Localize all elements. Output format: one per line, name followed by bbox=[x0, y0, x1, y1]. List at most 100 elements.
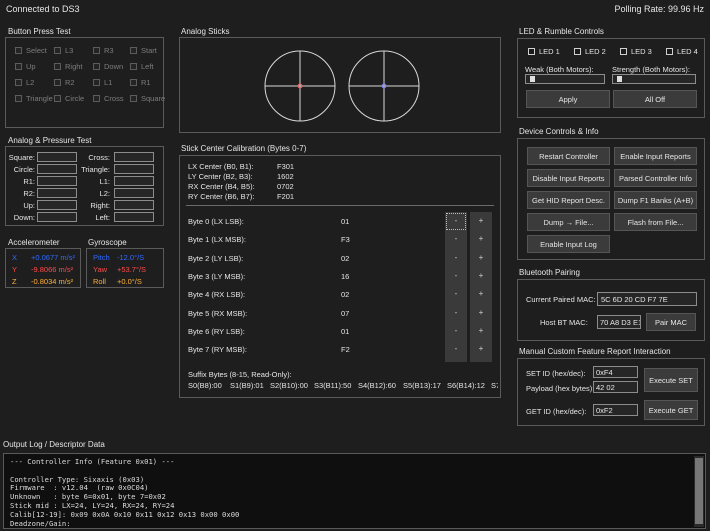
pressure-bar bbox=[114, 200, 154, 210]
suffix-byte: S4(B12):60 bbox=[358, 381, 396, 390]
byte-label: Byte 7 (RY MSB): bbox=[188, 345, 247, 355]
payload-field[interactable]: 42 02 bbox=[593, 381, 638, 393]
device-button[interactable]: Enable Input Reports bbox=[614, 147, 697, 165]
button-indicator: R1 bbox=[130, 78, 151, 87]
byte-minus-button[interactable]: - bbox=[445, 234, 467, 243]
sensor-value: -0.8034 m/s² bbox=[31, 277, 74, 286]
sensor-value: +53.7°/S bbox=[117, 265, 147, 274]
device-button[interactable]: Parsed Controller Info bbox=[614, 169, 697, 187]
button-indicator: Right bbox=[54, 62, 83, 71]
pair-mac-button[interactable]: Pair MAC bbox=[646, 313, 696, 331]
led-checkbox-box[interactable] bbox=[528, 48, 535, 55]
button-indicator: Circle bbox=[54, 94, 84, 103]
pressure-bar bbox=[114, 188, 154, 198]
apply-button[interactable]: Apply bbox=[526, 90, 610, 108]
pressure-bar bbox=[37, 152, 77, 162]
led-checkbox-label: LED 3 bbox=[631, 47, 652, 56]
calibration-title: Stick Center Calibration (Bytes 0-7) bbox=[181, 144, 307, 153]
sensor-value: -9.8066 m/s² bbox=[31, 265, 74, 274]
byte-label: Byte 1 (LX MSB): bbox=[188, 235, 246, 245]
byte-plus-button[interactable]: + bbox=[470, 308, 492, 317]
byte-plus-button[interactable]: + bbox=[470, 326, 492, 335]
byte-plus-button[interactable]: + bbox=[470, 344, 492, 353]
byte-value: 02 bbox=[341, 253, 350, 263]
all-off-button[interactable]: All Off bbox=[613, 90, 697, 108]
device-button[interactable]: Dump F1 Banks (A+B) bbox=[614, 191, 697, 209]
byte-value: F3 bbox=[341, 235, 350, 245]
button-indicator-box bbox=[93, 79, 100, 86]
device-button[interactable]: Dump → File... bbox=[527, 213, 610, 231]
device-button[interactable]: Flash from File... bbox=[614, 213, 697, 231]
button-indicator-label: L2 bbox=[26, 78, 35, 87]
suffix-byte: S7 bbox=[491, 381, 498, 390]
analog-sticks-title: Analog Sticks bbox=[181, 27, 230, 36]
strength-slider-thumb[interactable] bbox=[616, 76, 622, 82]
weak-slider-thumb[interactable] bbox=[529, 76, 535, 82]
byte-minus-button[interactable]: - bbox=[445, 289, 467, 298]
byte-minus-button[interactable]: - bbox=[445, 308, 467, 317]
host-mac-field[interactable]: 70 A8 D3 E1 bbox=[597, 315, 641, 329]
button-indicator-box bbox=[54, 63, 61, 70]
pressure-bar bbox=[114, 212, 154, 222]
analog-sticks-panel bbox=[179, 37, 501, 133]
device-button[interactable]: Restart Controller bbox=[527, 147, 610, 165]
byte-plus-button[interactable]: + bbox=[470, 216, 492, 225]
connection-status: Connected to DS3 bbox=[6, 4, 80, 14]
pressure-bar bbox=[114, 176, 154, 186]
led-checkbox-box[interactable] bbox=[666, 48, 673, 55]
byte-value: 01 bbox=[341, 217, 350, 226]
get-id-field[interactable]: 0xF2 bbox=[593, 404, 638, 416]
pressure-bar bbox=[37, 176, 77, 186]
led-checkbox[interactable]: LED 4 bbox=[666, 47, 698, 56]
button-indicator-label: Select bbox=[26, 46, 47, 55]
set-id-field[interactable]: 0xF4 bbox=[593, 366, 638, 378]
byte-minus-button[interactable]: - bbox=[445, 253, 467, 262]
button-indicator: Square bbox=[130, 94, 165, 103]
suffix-byte: S0(B8):00 bbox=[188, 381, 222, 390]
log-title: Output Log / Descriptor Data bbox=[3, 440, 105, 449]
byte-minus-button[interactable]: - bbox=[445, 216, 467, 225]
button-indicator-label: Square bbox=[141, 94, 166, 103]
led-checkbox-box[interactable] bbox=[620, 48, 627, 55]
gyroscope-panel: Pitch -12.0°/S Yaw +53.7°/S Roll +0.0°/S bbox=[86, 248, 164, 288]
byte-plus-button[interactable]: + bbox=[470, 289, 492, 298]
led-checkbox[interactable]: LED 1 bbox=[528, 47, 560, 56]
strength-slider[interactable] bbox=[612, 74, 696, 84]
pressure-label: L2: bbox=[99, 189, 110, 198]
device-title: Device Controls & Info bbox=[519, 127, 599, 136]
suffix-byte: S2(B10):00 bbox=[270, 381, 308, 390]
led-checkbox-box[interactable] bbox=[574, 48, 581, 55]
byte-plus-button[interactable]: + bbox=[470, 234, 492, 243]
byte-minus-button[interactable]: - bbox=[445, 344, 467, 353]
button-indicator-box bbox=[130, 63, 137, 70]
button-indicator: Left bbox=[130, 62, 154, 71]
device-button[interactable]: Enable Input Log bbox=[527, 235, 610, 253]
byte-value: F2 bbox=[341, 345, 350, 355]
device-button[interactable]: Get HID Report Desc. bbox=[527, 191, 610, 209]
log-scrollbar-thumb[interactable] bbox=[695, 458, 703, 524]
byte-value: 07 bbox=[341, 308, 350, 318]
led-checkbox[interactable]: LED 3 bbox=[620, 47, 652, 56]
byte-minus-button[interactable]: - bbox=[445, 271, 467, 280]
center-value: 0702 bbox=[277, 182, 294, 191]
execute-set-button[interactable]: Execute SET bbox=[644, 368, 698, 392]
current-mac-field[interactable]: 5C 6D 20 CD F7 7E bbox=[597, 292, 697, 306]
byte-plus-button[interactable]: + bbox=[470, 271, 492, 280]
log-scrollbar[interactable] bbox=[694, 456, 704, 527]
center-value: F301 bbox=[277, 162, 295, 171]
byte-minus-button[interactable]: - bbox=[445, 326, 467, 335]
led-checkbox[interactable]: LED 2 bbox=[574, 47, 606, 56]
strength-label: Strength (Both Motors): bbox=[612, 65, 690, 74]
center-label: LX Center (B0, B1): bbox=[188, 162, 254, 171]
left-stick bbox=[264, 50, 336, 122]
device-button[interactable]: Disable Input Reports bbox=[527, 169, 610, 187]
byte-plus-button[interactable]: + bbox=[470, 253, 492, 262]
button-indicator-label: R2 bbox=[65, 78, 75, 87]
byte-label: Byte 2 (LY LSB): bbox=[188, 253, 244, 263]
output-log[interactable]: --- Controller Info (Feature 0x01) --- Co… bbox=[3, 453, 706, 529]
suffix-title: Suffix Bytes (8-15, Read-Only): bbox=[188, 370, 292, 379]
weak-slider[interactable] bbox=[525, 74, 605, 84]
get-id-label: GET ID (hex/dec): bbox=[526, 407, 587, 416]
feature-panel: SET ID (hex/dec): 0xF4 Payload (hex byte… bbox=[517, 358, 705, 426]
execute-get-button[interactable]: Execute GET bbox=[644, 400, 698, 420]
